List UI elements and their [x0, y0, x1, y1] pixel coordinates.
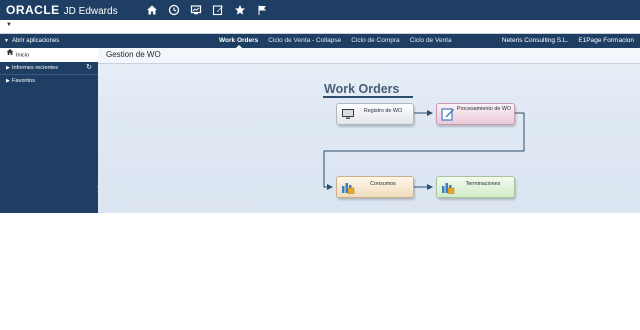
top-header-bar: ORACLE JD Edwards [0, 0, 640, 20]
header-icon-bar [145, 3, 269, 17]
node-label: Registro de WO [363, 108, 403, 114]
tab-ciclo-venta-collapse[interactable]: Ciclo de Venta - Collapse [263, 34, 346, 48]
product-name: JD Edwards [63, 6, 118, 17]
monitor-icon[interactable] [189, 3, 203, 17]
sidebar-item-label: Informes recientes [12, 65, 59, 71]
node-registro-wo[interactable]: Registro de WO [336, 103, 414, 125]
sidebar-item-label: Inicio [16, 52, 30, 59]
user-info: Neteris Consulting S.L. E1Page Formacion [502, 34, 634, 48]
chevron-down-icon[interactable]: ▼ [6, 22, 12, 28]
edit-icon [441, 107, 455, 121]
refresh-icon[interactable]: ↻ [86, 62, 92, 74]
node-consumos[interactable]: Consumos [336, 176, 414, 198]
flag-icon[interactable] [255, 3, 269, 17]
sidebar-item-favoritos[interactable]: ▶ Favoritos [0, 74, 98, 87]
environment-menu[interactable]: E1Page Formacion [578, 34, 634, 48]
tab-ciclo-compra[interactable]: Ciclo de Compra [346, 34, 404, 48]
page-tabs: Work Orders Ciclo de Venta - Collapse Ci… [214, 34, 457, 48]
main-content: Gestion de WO Work Orders Registro de WO… [98, 48, 640, 213]
sidebar: Inicio ▶ Informes recientes ↻ ▶ Favoritos [0, 48, 98, 213]
node-label: Terminaciones [465, 181, 501, 187]
node-label: Consumos [370, 181, 396, 187]
open-apps-label: Abrir aplicaciones [11, 38, 60, 44]
sub-toolbar: ▼ [0, 20, 640, 34]
tab-work-orders[interactable]: Work Orders [214, 34, 263, 48]
star-icon[interactable] [233, 3, 247, 17]
home-icon[interactable] [145, 3, 159, 17]
sidebar-item-label: Favoritos [12, 78, 36, 84]
node-label: Procesamiento de WO [456, 106, 512, 112]
sidebar-item-inicio[interactable]: Inicio [0, 48, 98, 62]
home-icon [6, 48, 16, 62]
open-apps-toggle[interactable]: ▼ Abrir aplicaciones [0, 34, 98, 48]
tab-ciclo-venta[interactable]: Ciclo de Venta [405, 34, 457, 48]
chevron-down-icon: ▼ [4, 38, 9, 44]
node-terminaciones[interactable]: Terminaciones [436, 176, 515, 198]
user-menu[interactable]: Neteris Consulting S.L. [502, 34, 568, 48]
brand-logo: ORACLE JD Edwards [6, 3, 118, 19]
navigation-bar: ▼ Abrir aplicaciones Work Orders Ciclo de… [0, 34, 640, 48]
recent-icon[interactable] [167, 3, 181, 17]
sidebar-item-informes-recientes[interactable]: ▶ Informes recientes ↻ [0, 62, 98, 74]
oracle-logo-text: ORACLE [6, 3, 60, 17]
edit-icon[interactable] [211, 3, 225, 17]
node-procesamiento-wo[interactable]: Procesamiento de WO [436, 103, 515, 125]
